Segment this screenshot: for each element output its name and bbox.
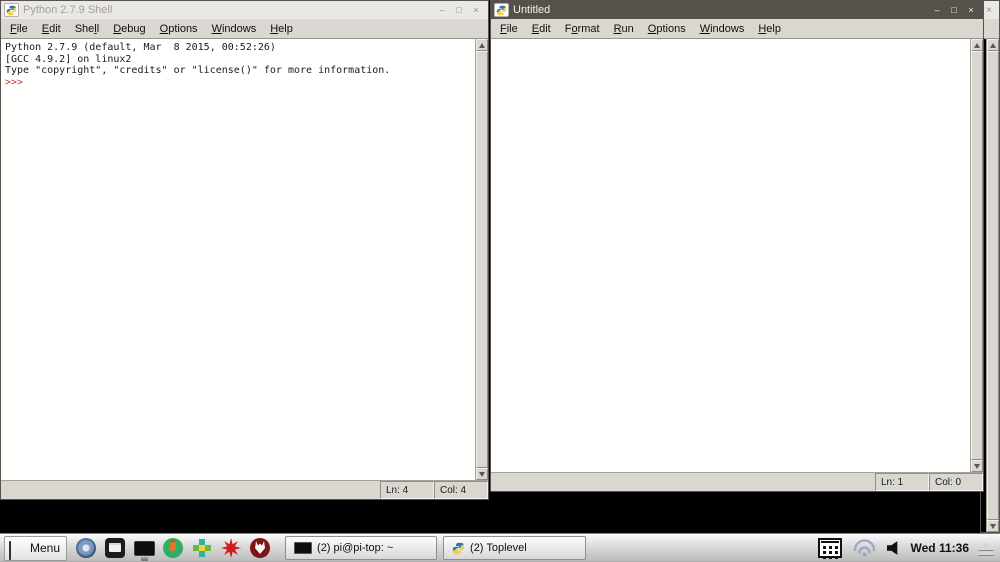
eject-icon[interactable] (978, 541, 994, 555)
python-icon (4, 3, 19, 17)
console-line: Type "copyright", "credits" or "license(… (5, 65, 391, 76)
scroll-down-icon[interactable] (987, 520, 999, 532)
maximize-button[interactable]: □ (947, 4, 961, 17)
editor-menubar: File Edit Format Run Options Windows Hel… (491, 19, 983, 39)
close-button[interactable]: × (469, 4, 483, 17)
python-shell-window: Python 2.7.9 Shell – □ × File Edit Shell… (0, 0, 489, 500)
menu-help[interactable]: Help (751, 21, 788, 37)
minimize-button[interactable]: – (930, 4, 944, 17)
line-indicator: Ln: 4 (380, 481, 434, 499)
close-button[interactable]: × (964, 4, 978, 17)
shell-console[interactable]: Python 2.7.9 (default, Mar 8 2015, 00:52… (1, 39, 475, 480)
console-line: Python 2.7.9 (default, Mar 8 2015, 00:52… (5, 42, 276, 53)
quick-launch-bar (75, 537, 271, 559)
task-button-toplevel[interactable]: (2) Toplevel (443, 536, 587, 560)
console-prompt: >>> (5, 76, 24, 88)
maximize-button[interactable]: □ (452, 4, 466, 17)
scrollbar-thumb[interactable] (476, 51, 488, 468)
menu-edit[interactable]: Edit (35, 21, 68, 37)
file-manager-icon[interactable] (104, 537, 126, 559)
dashboard-icon[interactable] (191, 537, 213, 559)
menu-options[interactable]: Options (153, 21, 205, 37)
scroll-up-icon[interactable] (476, 39, 488, 51)
wolfram-icon[interactable] (220, 537, 242, 559)
scrollbar-thumb[interactable] (987, 51, 999, 520)
system-tray: Wed 11:36 (817, 538, 996, 558)
scroll-up-icon[interactable] (987, 39, 999, 51)
scroll-down-icon[interactable] (476, 468, 488, 480)
volume-icon[interactable] (886, 541, 898, 555)
editor-titlebar[interactable]: Untitled – □ × (491, 1, 983, 19)
column-indicator: Col: 0 (929, 473, 983, 491)
background-scrollbar[interactable] (986, 39, 999, 532)
keyboard-icon[interactable] (817, 538, 842, 558)
menu-run[interactable]: Run (607, 21, 641, 37)
editor-window-title: Untitled (513, 4, 551, 16)
menu-windows[interactable]: Windows (693, 21, 752, 37)
shell-titlebar[interactable]: Python 2.7.9 Shell – □ × (1, 1, 488, 19)
line-indicator: Ln: 1 (875, 473, 929, 491)
menu-file[interactable]: File (493, 21, 525, 37)
menu-button[interactable]: Menu (4, 535, 68, 561)
wifi-icon[interactable] (851, 538, 878, 558)
menu-file[interactable]: File (3, 21, 35, 37)
taskbar: Menu (2) pi@pi-top: ~ (2) Toplevel Wed 1… (0, 533, 1000, 562)
menu-edit[interactable]: Edit (525, 21, 558, 37)
pi-top-laptop-icon (9, 540, 26, 560)
shell-statusbar: Ln: 4 Col: 4 (1, 480, 488, 499)
editor-window: Untitled – □ × File Edit Format Run Opti… (490, 0, 984, 492)
minimize-button[interactable]: – (435, 4, 449, 17)
column-indicator: Col: 4 (434, 481, 488, 499)
close-button[interactable]: × (986, 5, 996, 16)
clock[interactable]: Wed 11:36 (911, 541, 969, 555)
window-list: (2) pi@pi-top: ~ (2) Toplevel (285, 536, 587, 560)
task-button-terminal[interactable]: (2) pi@pi-top: ~ (285, 536, 438, 560)
menu-windows[interactable]: Windows (205, 21, 264, 37)
shell-window-title: Python 2.7.9 Shell (23, 4, 113, 16)
shell-menubar: File Edit Shell Debug Options Windows He… (1, 19, 488, 39)
editor-statusbar: Ln: 1 Col: 0 (491, 472, 983, 491)
chromium-browser-icon[interactable] (75, 537, 97, 559)
python-icon (452, 542, 465, 555)
husky-icon[interactable] (249, 537, 271, 559)
scroll-up-icon[interactable] (971, 39, 983, 51)
menu-debug[interactable]: Debug (106, 21, 152, 37)
shell-scrollbar[interactable] (475, 39, 488, 480)
menu-format[interactable]: Format (558, 21, 607, 37)
editor-text-area[interactable] (491, 39, 970, 472)
terminal-icon (294, 542, 313, 554)
editor-scrollbar[interactable] (970, 39, 983, 472)
ceed-universe-icon[interactable] (162, 537, 184, 559)
python-icon (494, 3, 509, 17)
console-line: [GCC 4.9.2] on linux2 (5, 53, 132, 65)
menu-shell[interactable]: Shell (68, 21, 106, 37)
terminal-icon[interactable] (133, 537, 155, 559)
menu-help[interactable]: Help (263, 21, 300, 37)
scrollbar-thumb[interactable] (971, 51, 983, 460)
scroll-down-icon[interactable] (971, 460, 983, 472)
menu-options[interactable]: Options (641, 21, 693, 37)
